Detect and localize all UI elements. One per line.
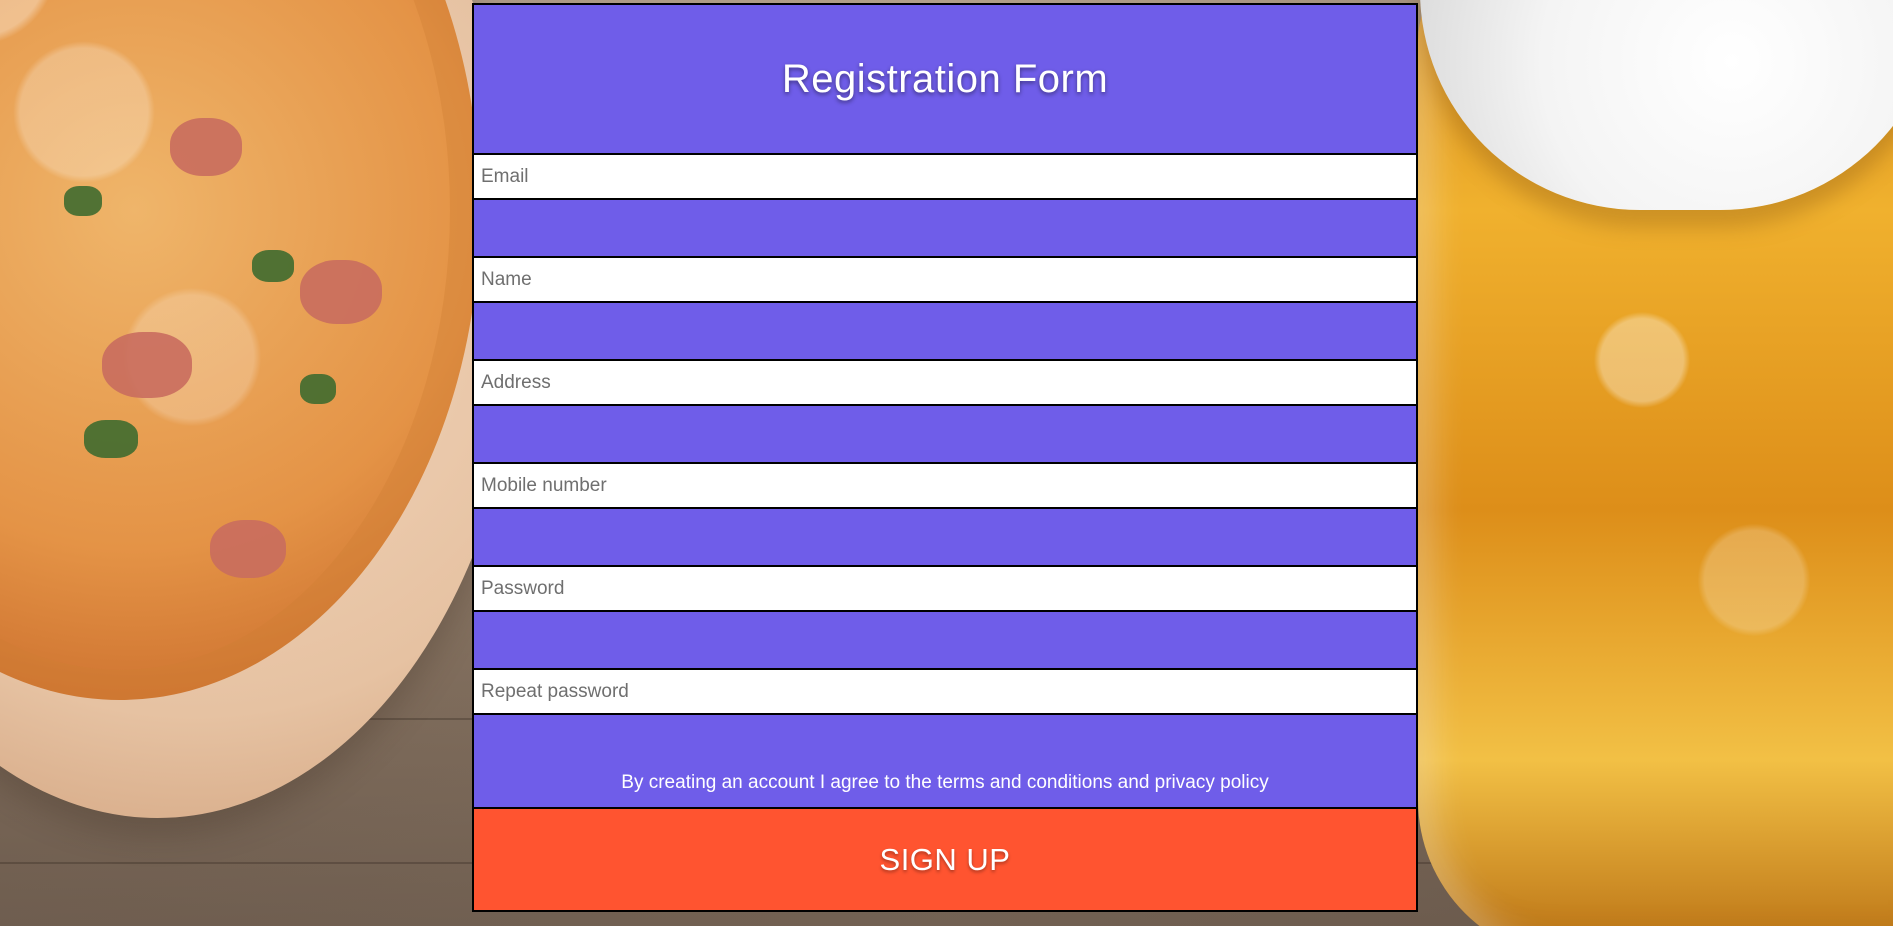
form-spacer <box>474 406 1416 464</box>
password-field-row <box>474 567 1416 612</box>
repeat-password-field-row <box>474 670 1416 715</box>
name-field-row <box>474 258 1416 303</box>
email-field[interactable] <box>474 155 1416 198</box>
sign-up-button[interactable]: SIGN UP <box>474 809 1416 910</box>
repeat-password-field[interactable] <box>474 670 1416 713</box>
pizza-herb <box>300 374 336 404</box>
sign-up-label: SIGN UP <box>879 841 1011 877</box>
terms-notice: By creating an account I agree to the te… <box>474 715 1416 809</box>
pizza-topping <box>210 520 286 578</box>
name-field[interactable] <box>474 258 1416 301</box>
address-field[interactable] <box>474 361 1416 404</box>
form-spacer <box>474 303 1416 361</box>
mobile-number-field[interactable] <box>474 464 1416 507</box>
form-header: Registration Form <box>474 5 1416 155</box>
email-field-row <box>474 155 1416 200</box>
pizza-topping <box>170 118 242 176</box>
form-spacer <box>474 200 1416 258</box>
terms-text: By creating an account I agree to the te… <box>621 772 1269 793</box>
mobile-field-row <box>474 464 1416 509</box>
pizza-herb <box>252 250 294 282</box>
pizza-herb <box>64 186 102 216</box>
pizza-herb <box>84 420 138 458</box>
form-spacer <box>474 509 1416 567</box>
form-title: Registration Form <box>781 56 1109 101</box>
registration-form: Registration Form By creating an account… <box>472 3 1418 912</box>
pizza-topping <box>102 332 192 398</box>
pizza-topping <box>300 260 382 324</box>
form-spacer <box>474 612 1416 670</box>
address-field-row <box>474 361 1416 406</box>
password-field[interactable] <box>474 567 1416 610</box>
